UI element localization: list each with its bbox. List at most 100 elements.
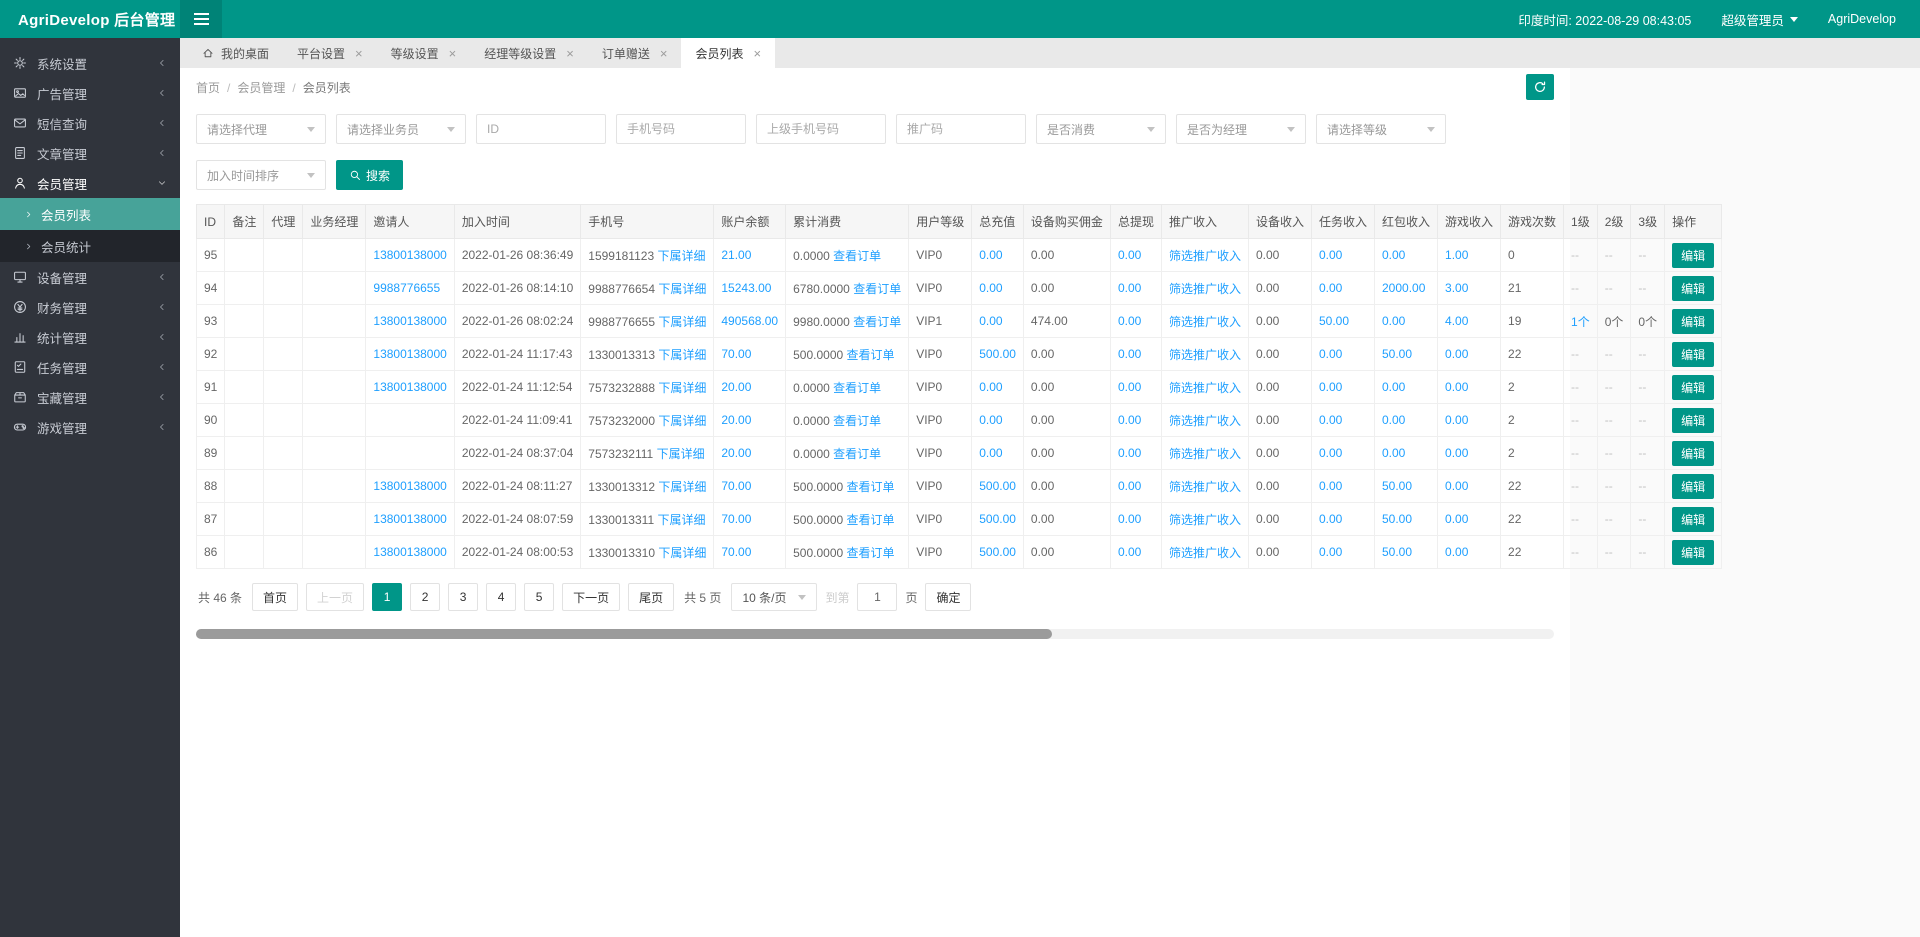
tab-member-list[interactable]: 会员列表× — [681, 38, 775, 68]
sidebar-item-device-management[interactable]: 设备管理 — [0, 262, 180, 292]
sidebar-item-finance-management[interactable]: 财务管理 — [0, 292, 180, 322]
parent-phone-input[interactable] — [756, 114, 886, 144]
cell-link[interactable]: 500.00 — [979, 347, 1016, 361]
cell-link[interactable]: 0.00 — [1445, 545, 1468, 559]
cell-link[interactable]: 0.00 — [1118, 479, 1141, 493]
close-icon[interactable]: × — [753, 47, 761, 60]
promo-income-filter-link[interactable]: 筛选推广收入 — [1169, 546, 1241, 560]
breadcrumb-item[interactable]: 首页 — [196, 81, 220, 95]
cell-link[interactable]: 0.00 — [1382, 248, 1405, 262]
id-input[interactable] — [476, 114, 606, 144]
cell-link[interactable]: 13800138000 — [373, 545, 446, 559]
cell-link[interactable]: 0.00 — [1118, 545, 1141, 559]
cell-link[interactable]: 0.00 — [1445, 347, 1468, 361]
subordinate-detail-link[interactable]: 下属详细 — [657, 513, 705, 527]
subordinate-detail-link[interactable]: 下属详细 — [657, 447, 705, 461]
cell-link[interactable]: 0.00 — [1445, 446, 1468, 460]
promo-income-filter-link[interactable]: 筛选推广收入 — [1169, 447, 1241, 461]
cell-link[interactable]: 70.00 — [721, 479, 751, 493]
cell-link[interactable]: 500.00 — [979, 512, 1016, 526]
subordinate-detail-link[interactable]: 下属详细 — [658, 414, 706, 428]
promo-income-filter-link[interactable]: 筛选推广收入 — [1169, 282, 1241, 296]
tab-desktop[interactable]: 我的桌面 — [188, 38, 283, 68]
cell-link[interactable]: 9988776655 — [373, 281, 440, 295]
edit-button[interactable]: 编辑 — [1672, 408, 1714, 433]
salesman-select[interactable]: 请选择业务员 — [336, 114, 466, 144]
cell-link[interactable]: 50.00 — [1319, 314, 1349, 328]
page-button-3[interactable]: 3 — [448, 583, 478, 611]
promo-income-filter-link[interactable]: 筛选推广收入 — [1169, 348, 1241, 362]
sidebar-item-task-management[interactable]: 任务管理 — [0, 352, 180, 382]
subordinate-detail-link[interactable]: 下属详细 — [658, 282, 706, 296]
cell-link[interactable]: 0.00 — [1382, 314, 1405, 328]
sidebar-item-sms-query[interactable]: 短信查询 — [0, 108, 180, 138]
cell-link[interactable]: 0.00 — [1445, 512, 1468, 526]
cell-link[interactable]: 50.00 — [1382, 347, 1412, 361]
subordinate-detail-link[interactable]: 下属详细 — [658, 348, 706, 362]
role-dropdown[interactable]: 超级管理员 — [1721, 10, 1798, 29]
edit-button[interactable]: 编辑 — [1672, 342, 1714, 367]
close-icon[interactable]: × — [660, 47, 668, 60]
cell-link[interactable]: 13800138000 — [373, 314, 446, 328]
breadcrumb-item[interactable]: 会员管理 — [237, 81, 285, 95]
view-order-link[interactable]: 查看订单 — [847, 513, 895, 527]
cell-link[interactable]: 0.00 — [1319, 413, 1342, 427]
close-icon[interactable]: × — [566, 47, 574, 60]
tab-order-gift[interactable]: 订单赠送× — [588, 38, 682, 68]
subordinate-detail-link[interactable]: 下属详细 — [658, 480, 706, 494]
page-button-4[interactable]: 4 — [486, 583, 516, 611]
search-button[interactable]: 搜索 — [336, 160, 403, 190]
cell-link[interactable]: 0.00 — [1118, 380, 1141, 394]
cell-link[interactable]: 50.00 — [1382, 479, 1412, 493]
cell-link[interactable]: 0.00 — [1118, 413, 1141, 427]
account-name[interactable]: AgriDevelop — [1828, 12, 1896, 26]
page-button-2[interactable]: 2 — [410, 583, 440, 611]
refresh-button[interactable] — [1526, 74, 1554, 100]
jump-page-input[interactable] — [857, 583, 897, 611]
sidebar-item-game-management[interactable]: 游戏管理 — [0, 412, 180, 442]
menu-toggle-button[interactable] — [180, 0, 222, 38]
promo-income-filter-link[interactable]: 筛选推广收入 — [1169, 513, 1241, 527]
cell-link[interactable]: 0.00 — [1445, 413, 1468, 427]
edit-button[interactable]: 编辑 — [1672, 276, 1714, 301]
cell-link[interactable]: 0.00 — [1118, 446, 1141, 460]
per-page-select[interactable]: 10 条/页 — [731, 583, 817, 611]
view-order-link[interactable]: 查看订单 — [833, 414, 881, 428]
cell-link[interactable]: 50.00 — [1382, 512, 1412, 526]
sidebar-subitem-member-list[interactable]: 会员列表 — [0, 198, 180, 230]
cell-link[interactable]: 15243.00 — [721, 281, 771, 295]
cell-link[interactable]: 0.00 — [1382, 413, 1405, 427]
view-order-link[interactable]: 查看订单 — [833, 447, 881, 461]
cell-link[interactable]: 0.00 — [1319, 545, 1342, 559]
cell-link[interactable]: 20.00 — [721, 413, 751, 427]
cell-link[interactable]: 500.00 — [979, 545, 1016, 559]
sidebar-item-member-management[interactable]: 会员管理 — [0, 168, 180, 198]
page-button-5[interactable]: 5 — [524, 583, 554, 611]
cell-link[interactable]: 0.00 — [1445, 479, 1468, 493]
cell-link[interactable]: 3.00 — [1445, 281, 1468, 295]
cell-link[interactable]: 0.00 — [1445, 380, 1468, 394]
subordinate-detail-link[interactable]: 下属详细 — [658, 381, 706, 395]
cell-link[interactable]: 0.00 — [979, 248, 1002, 262]
view-order-link[interactable]: 查看订单 — [847, 546, 895, 560]
edit-button[interactable]: 编辑 — [1672, 507, 1714, 532]
edit-button[interactable]: 编辑 — [1672, 309, 1714, 334]
sidebar-subitem-member-stats[interactable]: 会员统计 — [0, 230, 180, 262]
close-icon[interactable]: × — [449, 47, 457, 60]
cell-link[interactable]: 0.00 — [1319, 446, 1342, 460]
cell-link[interactable]: 0.00 — [1118, 281, 1141, 295]
edit-button[interactable]: 编辑 — [1672, 474, 1714, 499]
is-manager-select[interactable]: 是否为经理 — [1176, 114, 1306, 144]
cell-link[interactable]: 2000.00 — [1382, 281, 1425, 295]
cell-link[interactable]: 0.00 — [1319, 512, 1342, 526]
cell-link[interactable]: 20.00 — [721, 446, 751, 460]
cell-link[interactable]: 0.00 — [1382, 380, 1405, 394]
cell-link[interactable]: 21.00 — [721, 248, 751, 262]
cell-link[interactable]: 70.00 — [721, 512, 751, 526]
tab-manager-level-settings[interactable]: 经理等级设置× — [470, 38, 588, 68]
view-order-link[interactable]: 查看订单 — [847, 348, 895, 362]
subordinate-detail-link[interactable]: 下属详细 — [657, 249, 705, 263]
sidebar-item-ad-management[interactable]: 广告管理 — [0, 78, 180, 108]
level-select[interactable]: 请选择等级 — [1316, 114, 1446, 144]
cell-link[interactable]: 0.00 — [1319, 281, 1342, 295]
